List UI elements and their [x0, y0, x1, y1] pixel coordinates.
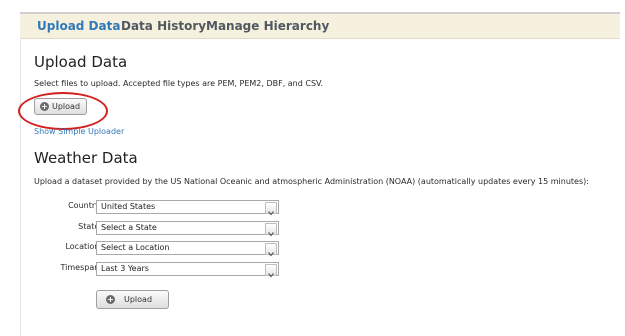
- upload-panel: Upload Data Data History Manage Hierarch…: [18, 12, 620, 336]
- location-select[interactable]: Select a Location: [96, 241, 279, 257]
- plus-circle-icon: +: [106, 295, 115, 304]
- upload-button-label: Upload: [52, 102, 81, 111]
- upload-title: Upload Data: [34, 53, 128, 71]
- chevron-down-icon: [265, 264, 277, 278]
- timespan-select[interactable]: Last 3 Years: [96, 262, 279, 278]
- timespan-select-value: Last 3 Years: [101, 264, 149, 273]
- chevron-down-icon: [265, 202, 277, 216]
- tab-upload-data[interactable]: Upload Data: [37, 19, 120, 33]
- panel-left-border: [20, 38, 21, 336]
- field-state: State: Select a State: [20, 221, 290, 237]
- country-select-value: United States: [101, 202, 156, 211]
- weather-upload-button[interactable]: + Upload: [96, 290, 169, 309]
- weather-upload-button-label: Upload: [124, 295, 153, 304]
- field-timespan: Timespan: Last 3 Years: [20, 262, 290, 278]
- state-select[interactable]: Select a State: [96, 221, 279, 237]
- state-select-value: Select a State: [101, 223, 157, 232]
- chevron-down-icon: [265, 243, 277, 257]
- upload-button[interactable]: + Upload: [34, 98, 87, 115]
- plus-circle-icon: +: [40, 102, 49, 111]
- weather-description: Upload a dataset provided by the US Nati…: [34, 177, 589, 186]
- field-country: Country: United States: [20, 200, 290, 216]
- weather-title: Weather Data: [34, 149, 138, 167]
- upload-description: Select files to upload. Accepted file ty…: [34, 79, 324, 88]
- chevron-down-icon: [265, 223, 277, 237]
- tab-data-history[interactable]: Data History: [121, 19, 206, 33]
- field-location: Location: Select a Location: [20, 241, 290, 257]
- location-select-value: Select a Location: [101, 243, 170, 252]
- tab-manage-hierarchy[interactable]: Manage Hierarchy: [206, 19, 329, 33]
- country-select[interactable]: United States: [96, 200, 279, 216]
- tab-bar: Upload Data Data History Manage Hierarch…: [20, 14, 620, 39]
- show-simple-uploader-link[interactable]: Show Simple Uploader: [34, 127, 124, 136]
